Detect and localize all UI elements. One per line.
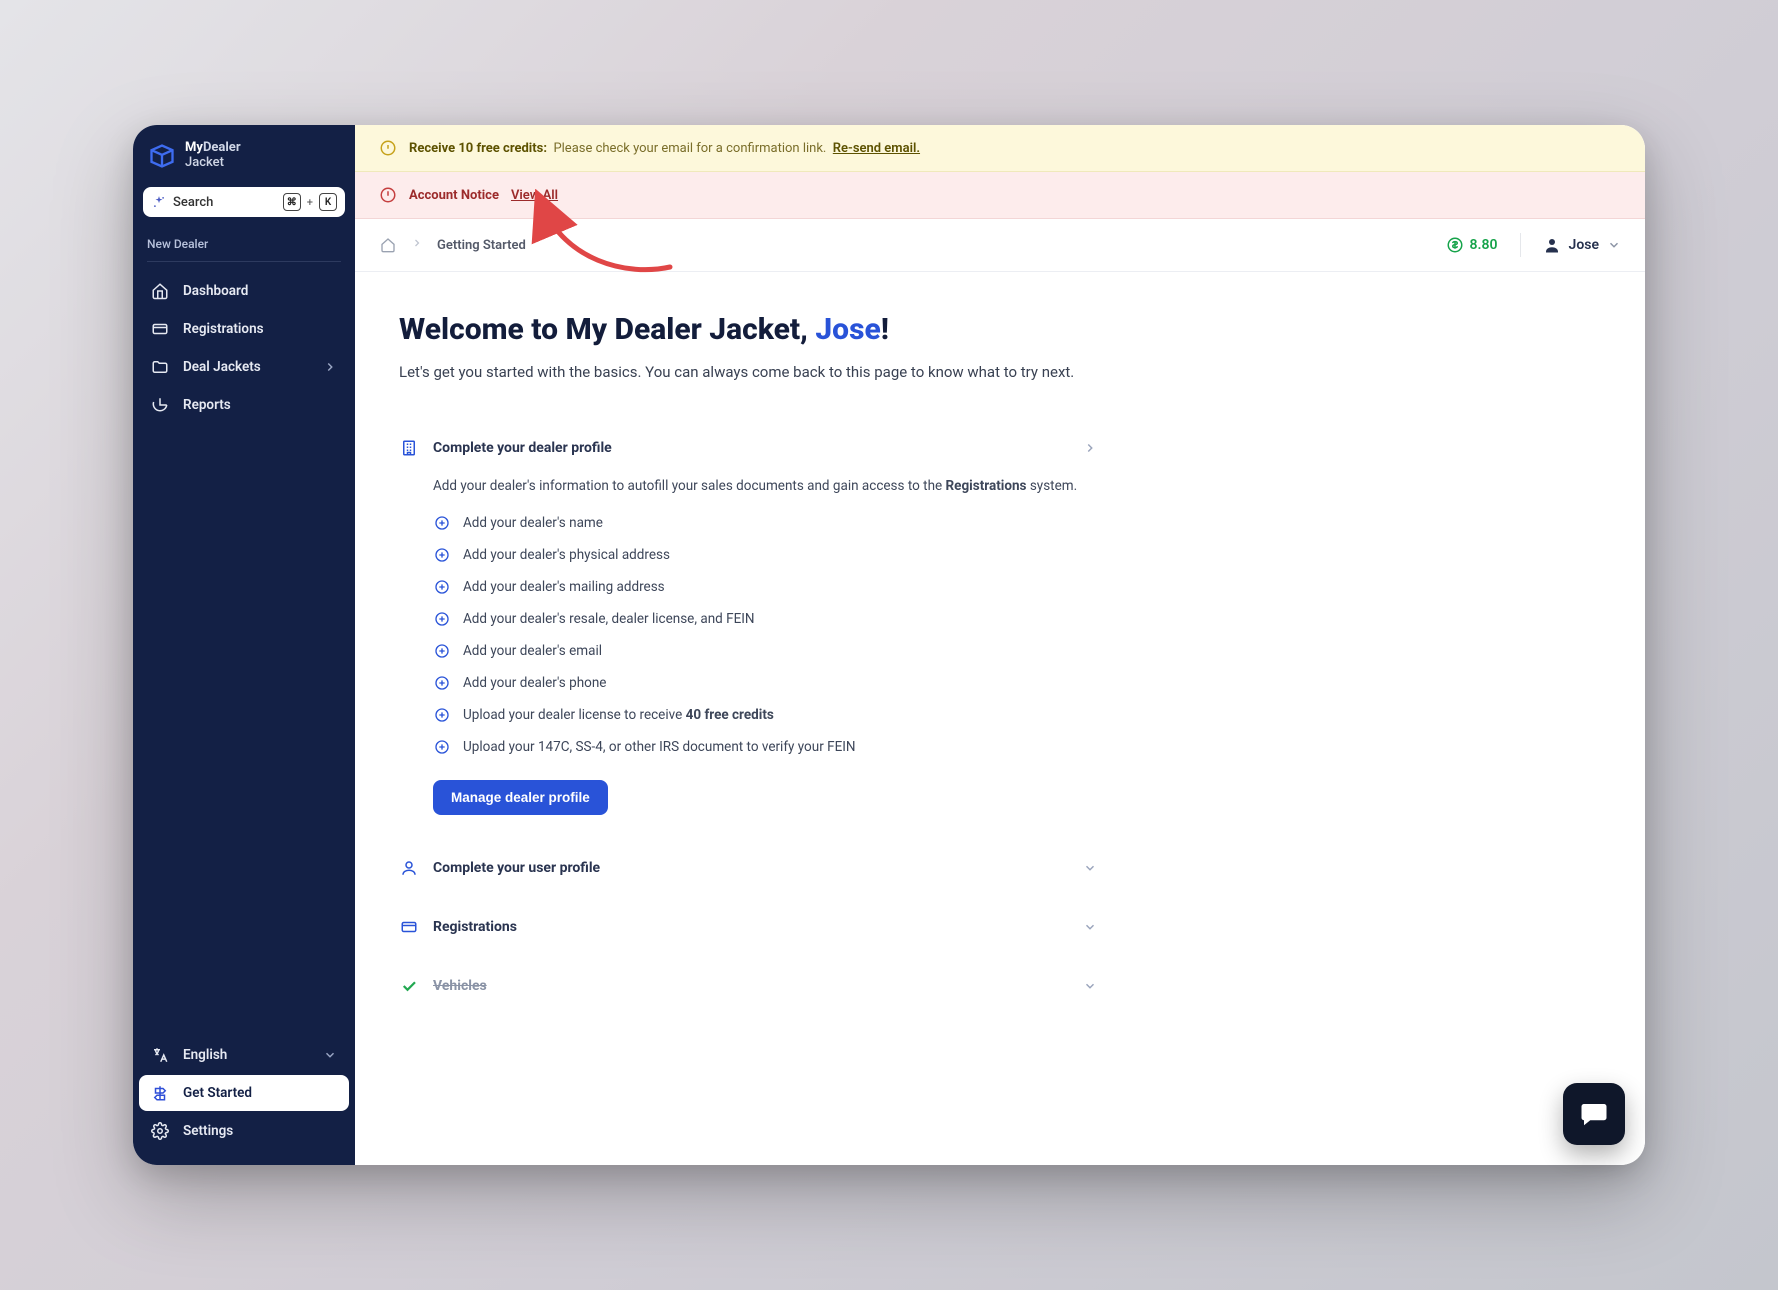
section-vehicles-toggle[interactable]: Vehicles bbox=[399, 972, 1099, 1000]
settings-link[interactable]: Settings bbox=[139, 1113, 349, 1149]
chevron-right-icon bbox=[323, 360, 337, 374]
breadcrumb-home-icon[interactable] bbox=[379, 236, 397, 254]
chevron-down-icon bbox=[323, 1048, 337, 1062]
section-registrations: Registrations bbox=[399, 898, 1099, 957]
sidebar-item-deal-jackets[interactable]: Deal Jackets bbox=[139, 348, 349, 386]
user-icon bbox=[399, 858, 419, 878]
account-notice-banner: Account Notice View All bbox=[355, 172, 1645, 219]
main: Receive 10 free credits: Please check yo… bbox=[355, 125, 1645, 1165]
info-icon bbox=[379, 139, 397, 157]
sidebar-nav: Dashboard Registrations Deal Jackets Rep… bbox=[133, 270, 355, 426]
page-subhead: Let's get you started with the basics. Y… bbox=[399, 363, 1601, 381]
section-registrations-toggle[interactable]: Registrations bbox=[399, 913, 1099, 941]
chevron-down-icon bbox=[1607, 238, 1621, 252]
check-icon bbox=[399, 976, 419, 996]
dollar-icon bbox=[1446, 236, 1464, 254]
plus-circle-icon bbox=[433, 674, 451, 692]
page-title: Welcome to My Dealer Jacket, Jose! bbox=[399, 312, 1601, 347]
gear-icon bbox=[151, 1122, 169, 1140]
section-dealer-profile: Complete your dealer profile Add your de… bbox=[399, 419, 1099, 839]
piechart-icon bbox=[151, 396, 169, 414]
chevron-right-icon bbox=[1083, 440, 1099, 456]
chevron-right-icon bbox=[411, 237, 423, 253]
sidebar-item-registrations[interactable]: Registrations bbox=[139, 310, 349, 348]
sparkle-icon bbox=[151, 194, 167, 210]
section-dealer-desc: Add your dealer's information to autofil… bbox=[433, 478, 1093, 494]
breadcrumb: Getting Started bbox=[379, 236, 526, 254]
view-all-link[interactable]: View All bbox=[511, 188, 558, 203]
task-item[interactable]: Upload your dealer license to receive 40… bbox=[433, 706, 1099, 724]
home-icon bbox=[151, 282, 169, 300]
task-item[interactable]: Add your dealer's mailing address bbox=[433, 578, 1099, 596]
sidebar: MyDealer Jacket Search ⌘ + K New Dealer … bbox=[133, 125, 355, 1165]
kbd-k: K bbox=[319, 193, 337, 211]
search-label: Search bbox=[173, 195, 277, 210]
brand-text: MyDealer Jacket bbox=[185, 141, 241, 171]
plus-circle-icon bbox=[433, 546, 451, 564]
plus-circle-icon bbox=[433, 706, 451, 724]
resend-email-link[interactable]: Re-send email. bbox=[833, 141, 920, 156]
card-icon bbox=[151, 320, 169, 338]
signpost-icon bbox=[151, 1084, 169, 1102]
language-selector[interactable]: English bbox=[139, 1037, 349, 1073]
chevron-down-icon bbox=[1083, 860, 1099, 876]
building-icon bbox=[399, 438, 419, 458]
chat-fab[interactable] bbox=[1563, 1083, 1625, 1145]
credits-banner: Receive 10 free credits: Please check yo… bbox=[355, 125, 1645, 172]
task-list: Add your dealer's name Add your dealer's… bbox=[433, 514, 1099, 756]
task-item[interactable]: Add your dealer's name bbox=[433, 514, 1099, 532]
kbd-plus: + bbox=[307, 196, 313, 209]
credits-banner-strong: Receive 10 free credits: bbox=[409, 141, 547, 156]
sidebar-section-label: New Dealer bbox=[133, 229, 355, 255]
plus-circle-icon bbox=[433, 738, 451, 756]
breadcrumb-current: Getting Started bbox=[437, 238, 526, 253]
section-vehicles: Vehicles bbox=[399, 957, 1099, 1016]
user-icon bbox=[1543, 236, 1561, 254]
card-icon bbox=[399, 917, 419, 937]
search-box[interactable]: Search ⌘ + K bbox=[143, 187, 345, 217]
get-started-link[interactable]: Get Started bbox=[139, 1075, 349, 1111]
alert-icon bbox=[379, 186, 397, 204]
plus-circle-icon bbox=[433, 610, 451, 628]
section-dealer-toggle[interactable]: Complete your dealer profile bbox=[399, 434, 1099, 462]
plus-circle-icon bbox=[433, 514, 451, 532]
folder-icon bbox=[151, 358, 169, 376]
translate-icon bbox=[151, 1046, 169, 1064]
brand-icon bbox=[147, 141, 177, 171]
task-item[interactable]: Add your dealer's phone bbox=[433, 674, 1099, 692]
account-notice-label: Account Notice bbox=[409, 188, 499, 203]
sidebar-divider bbox=[147, 261, 341, 262]
credits-balance[interactable]: 8.80 bbox=[1446, 236, 1498, 254]
sidebar-bottom: English Get Started Settings bbox=[133, 1037, 355, 1153]
section-user-profile: Complete your user profile bbox=[399, 839, 1099, 898]
content: Welcome to My Dealer Jacket, Jose! Let's… bbox=[355, 272, 1645, 1165]
credits-banner-text: Please check your email for a confirmati… bbox=[553, 141, 826, 156]
sidebar-item-reports[interactable]: Reports bbox=[139, 386, 349, 424]
task-item[interactable]: Upload your 147C, SS-4, or other IRS doc… bbox=[433, 738, 1099, 756]
task-item[interactable]: Add your dealer's email bbox=[433, 642, 1099, 660]
plus-circle-icon bbox=[433, 642, 451, 660]
topbar-divider bbox=[1520, 233, 1521, 257]
kbd-cmd: ⌘ bbox=[283, 193, 301, 211]
chevron-down-icon bbox=[1083, 919, 1099, 935]
brand-logo[interactable]: MyDealer Jacket bbox=[133, 137, 355, 181]
sidebar-item-dashboard[interactable]: Dashboard bbox=[139, 272, 349, 310]
plus-circle-icon bbox=[433, 578, 451, 596]
topbar: Getting Started 8.80 Jose bbox=[355, 219, 1645, 272]
section-user-toggle[interactable]: Complete your user profile bbox=[399, 854, 1099, 882]
chevron-down-icon bbox=[1083, 978, 1099, 994]
task-item[interactable]: Add your dealer's resale, dealer license… bbox=[433, 610, 1099, 628]
task-item[interactable]: Add your dealer's physical address bbox=[433, 546, 1099, 564]
user-menu[interactable]: Jose bbox=[1543, 236, 1621, 254]
manage-dealer-profile-button[interactable]: Manage dealer profile bbox=[433, 780, 608, 815]
